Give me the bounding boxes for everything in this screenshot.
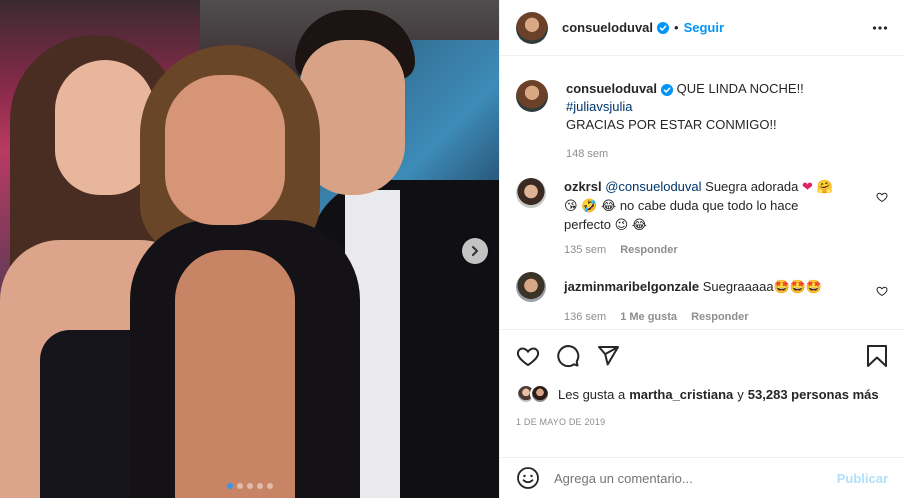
grinning-emoji-icon: 😂 [601, 199, 617, 214]
comment-body: jazminmaribelgonzale Suegraaaaa🤩🤩🤩 136 s… [564, 272, 888, 323]
comment-likes[interactable]: 1 Me gusta [620, 311, 677, 323]
likes-summary: Les gusta a martha_cristiana y 53,283 pe… [516, 384, 888, 404]
comment-body: ozkrsl @consueloduval Suegra adorada ❤ 🤗… [564, 178, 888, 256]
commenter-avatar[interactable] [516, 178, 546, 208]
add-comment-bar: Publicar [500, 457, 904, 498]
likes-others[interactable]: 53,283 personas más [748, 387, 879, 402]
author-username[interactable]: consueloduval [562, 20, 653, 35]
post-photo[interactable] [0, 0, 499, 498]
caption: consueloduval QUE LINDA NOCHE!! #juliavs… [516, 80, 888, 160]
comment-mention[interactable]: @consueloduval [605, 179, 701, 194]
liker-avatars [516, 384, 550, 404]
comment-text-part3: perfecto [564, 217, 611, 232]
carousel-dots [0, 483, 499, 489]
comment-text: ozkrsl @consueloduval Suegra adorada ❤ 🤗… [564, 178, 866, 235]
emoji-smiley-icon[interactable] [516, 466, 540, 490]
share-send-icon[interactable] [596, 344, 620, 368]
save-bookmark-icon[interactable] [866, 344, 888, 368]
comment-text-part2: no cabe duda que todo lo hace [619, 198, 799, 213]
caption-body: consueloduval QUE LINDA NOCHE!! #juliavs… [566, 80, 888, 160]
caption-text-line2: GRACIAS POR ESTAR CONMIGO!! [566, 117, 777, 132]
carousel-dot [266, 483, 273, 489]
heart-emoji-icon: ❤ [802, 180, 813, 195]
instagram-post: consueloduval • Seguir consueloduval QUE… [0, 0, 904, 498]
caption-avatar[interactable] [516, 80, 548, 112]
verified-badge-icon [661, 83, 674, 96]
like-comment-heart-icon[interactable] [876, 285, 888, 297]
caption-username[interactable]: consueloduval [566, 81, 657, 96]
next-photo-button[interactable] [462, 238, 488, 264]
comment-meta: 136 sem 1 Me gusta Responder [564, 311, 866, 323]
rofl-emoji-icon: 🤣 [581, 199, 598, 214]
laughing-emoji-icon: 😂 [631, 218, 647, 233]
like-heart-icon[interactable] [516, 344, 540, 368]
caption-meta: 148 sem [566, 148, 866, 160]
caption-hashtag[interactable]: #juliavsjulia [566, 99, 632, 114]
comment-username[interactable]: jazminmaribelgonzale [564, 279, 699, 294]
post-date[interactable]: 1 DE MAYO DE 2019 [516, 417, 888, 427]
chevron-right-icon [472, 246, 478, 256]
photo-person-center-face [165, 75, 285, 225]
comment-text-part1: Suegra adorada [705, 179, 799, 194]
comment-text: jazminmaribelgonzale Suegraaaaa🤩🤩🤩 [564, 278, 866, 297]
comment-input[interactable] [554, 470, 837, 486]
comment-time[interactable]: 136 sem [564, 311, 606, 323]
comment-username[interactable]: ozkrsl [564, 179, 602, 194]
caption-text: QUE LINDA NOCHE!! [676, 81, 804, 96]
caption-text-line1: consueloduval QUE LINDA NOCHE!! #juliavs… [566, 80, 866, 116]
post-header: consueloduval • Seguir [500, 0, 904, 56]
more-options-icon[interactable] [872, 20, 888, 36]
comment-item: ozkrsl @consueloduval Suegra adorada ❤ 🤗… [516, 178, 888, 256]
post-side-panel: consueloduval • Seguir consueloduval QUE… [499, 0, 904, 498]
reply-button[interactable]: Responder [620, 244, 677, 256]
likes-user[interactable]: martha_cristiana [629, 387, 733, 402]
hugging-emoji-icon: 🤗 [816, 180, 833, 195]
liker-avatar[interactable] [530, 384, 550, 404]
post-actions: Les gusta a martha_cristiana y 53,283 pe… [500, 329, 904, 457]
caption-time[interactable]: 148 sem [566, 148, 608, 160]
reply-button[interactable]: Responder [691, 311, 748, 323]
carousel-dot [256, 483, 263, 489]
action-icons [516, 344, 888, 368]
verified-badge-icon [657, 21, 670, 34]
like-comment-heart-icon[interactable] [876, 191, 888, 203]
follow-button[interactable]: Seguir [684, 20, 724, 35]
likes-prefix: Les gusta a [558, 386, 626, 402]
header-separator: • [674, 20, 679, 35]
publish-button[interactable]: Publicar [837, 471, 888, 486]
photo-person-center-arm [175, 250, 295, 498]
comment-item: jazminmaribelgonzale Suegraaaaa🤩🤩🤩 136 s… [516, 272, 888, 323]
wink-emoji-icon: 😉 [614, 218, 629, 233]
commenter-avatar[interactable] [516, 272, 546, 302]
carousel-dot [236, 483, 243, 489]
carousel-dot [246, 483, 253, 489]
comment-text-part1: Suegraaaaa [702, 279, 774, 294]
comment-bubble-icon[interactable] [556, 344, 580, 368]
comment-time[interactable]: 135 sem [564, 244, 606, 256]
kiss-emoji-icon: 😘 [564, 199, 578, 214]
star-eyes-emoji-icon: 🤩🤩🤩 [773, 280, 823, 295]
comment-meta: 135 sem Responder [564, 244, 866, 256]
likes-conj: y [737, 386, 744, 402]
author-avatar[interactable] [516, 11, 548, 44]
comments-section[interactable]: consueloduval QUE LINDA NOCHE!! #juliavs… [500, 56, 904, 329]
carousel-dot [226, 483, 233, 489]
